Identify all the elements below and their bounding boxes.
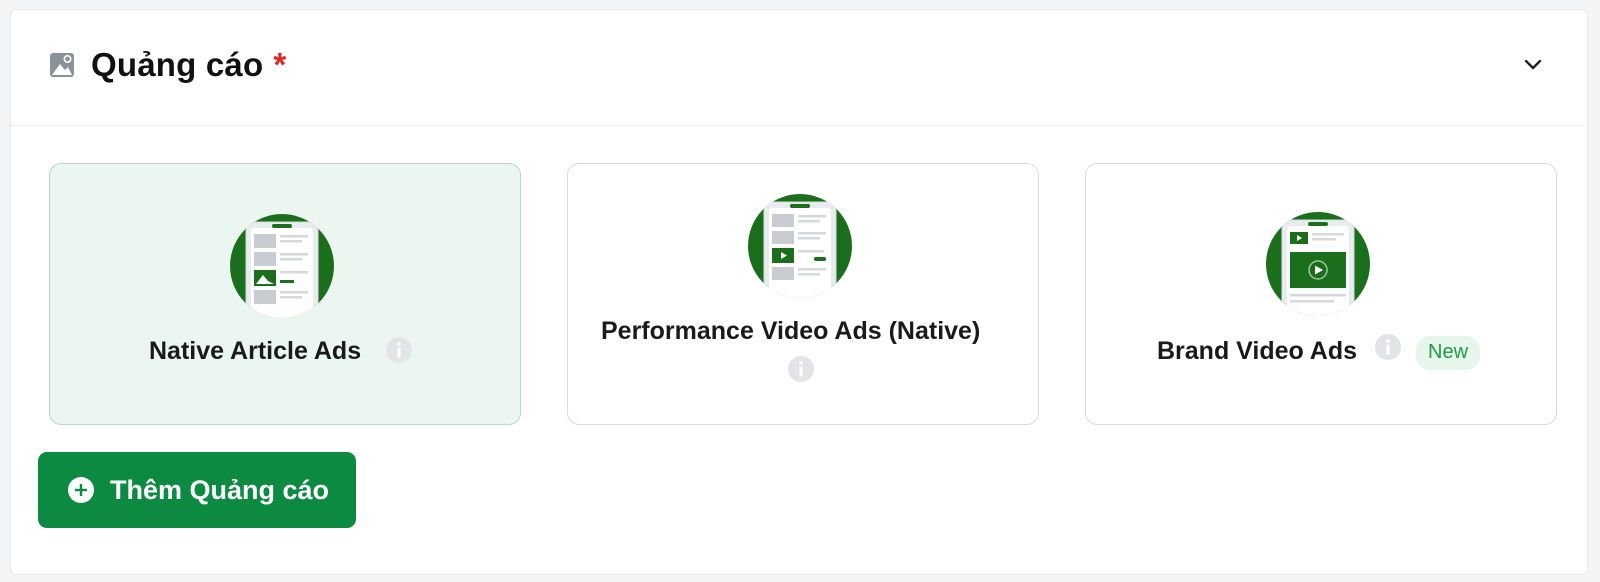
info-icon[interactable]: [788, 356, 814, 382]
performance-video-thumbnail: [748, 194, 852, 298]
chevron-down-icon[interactable]: [1523, 58, 1543, 72]
plus-circle-icon: [68, 477, 94, 503]
add-ad-button-label: Thêm Quảng cáo: [110, 475, 330, 505]
brand-video-thumbnail: [1266, 212, 1370, 316]
info-icon[interactable]: [1375, 334, 1401, 360]
info-icon[interactable]: [386, 337, 412, 363]
card-label: Native Article Ads: [149, 337, 362, 365]
ad-type-card-native-article[interactable]: Native Article Ads: [49, 163, 521, 425]
required-mark: *: [273, 46, 287, 83]
ad-type-card-brand-video[interactable]: Brand Video Ads New: [1085, 163, 1557, 425]
section-title: Quảng cáo *: [91, 46, 287, 83]
new-badge: New: [1416, 336, 1481, 370]
ad-type-card-performance-video[interactable]: Performance Video Ads (Native): [567, 163, 1039, 425]
image-icon: [50, 53, 74, 77]
card-label: Performance Video Ads (Native): [601, 317, 981, 345]
native-article-thumbnail: [230, 214, 334, 318]
section-header[interactable]: Quảng cáo *: [11, 10, 1587, 126]
card-label: Brand Video Ads: [1157, 337, 1358, 365]
add-ad-button[interactable]: Thêm Quảng cáo: [38, 452, 356, 528]
